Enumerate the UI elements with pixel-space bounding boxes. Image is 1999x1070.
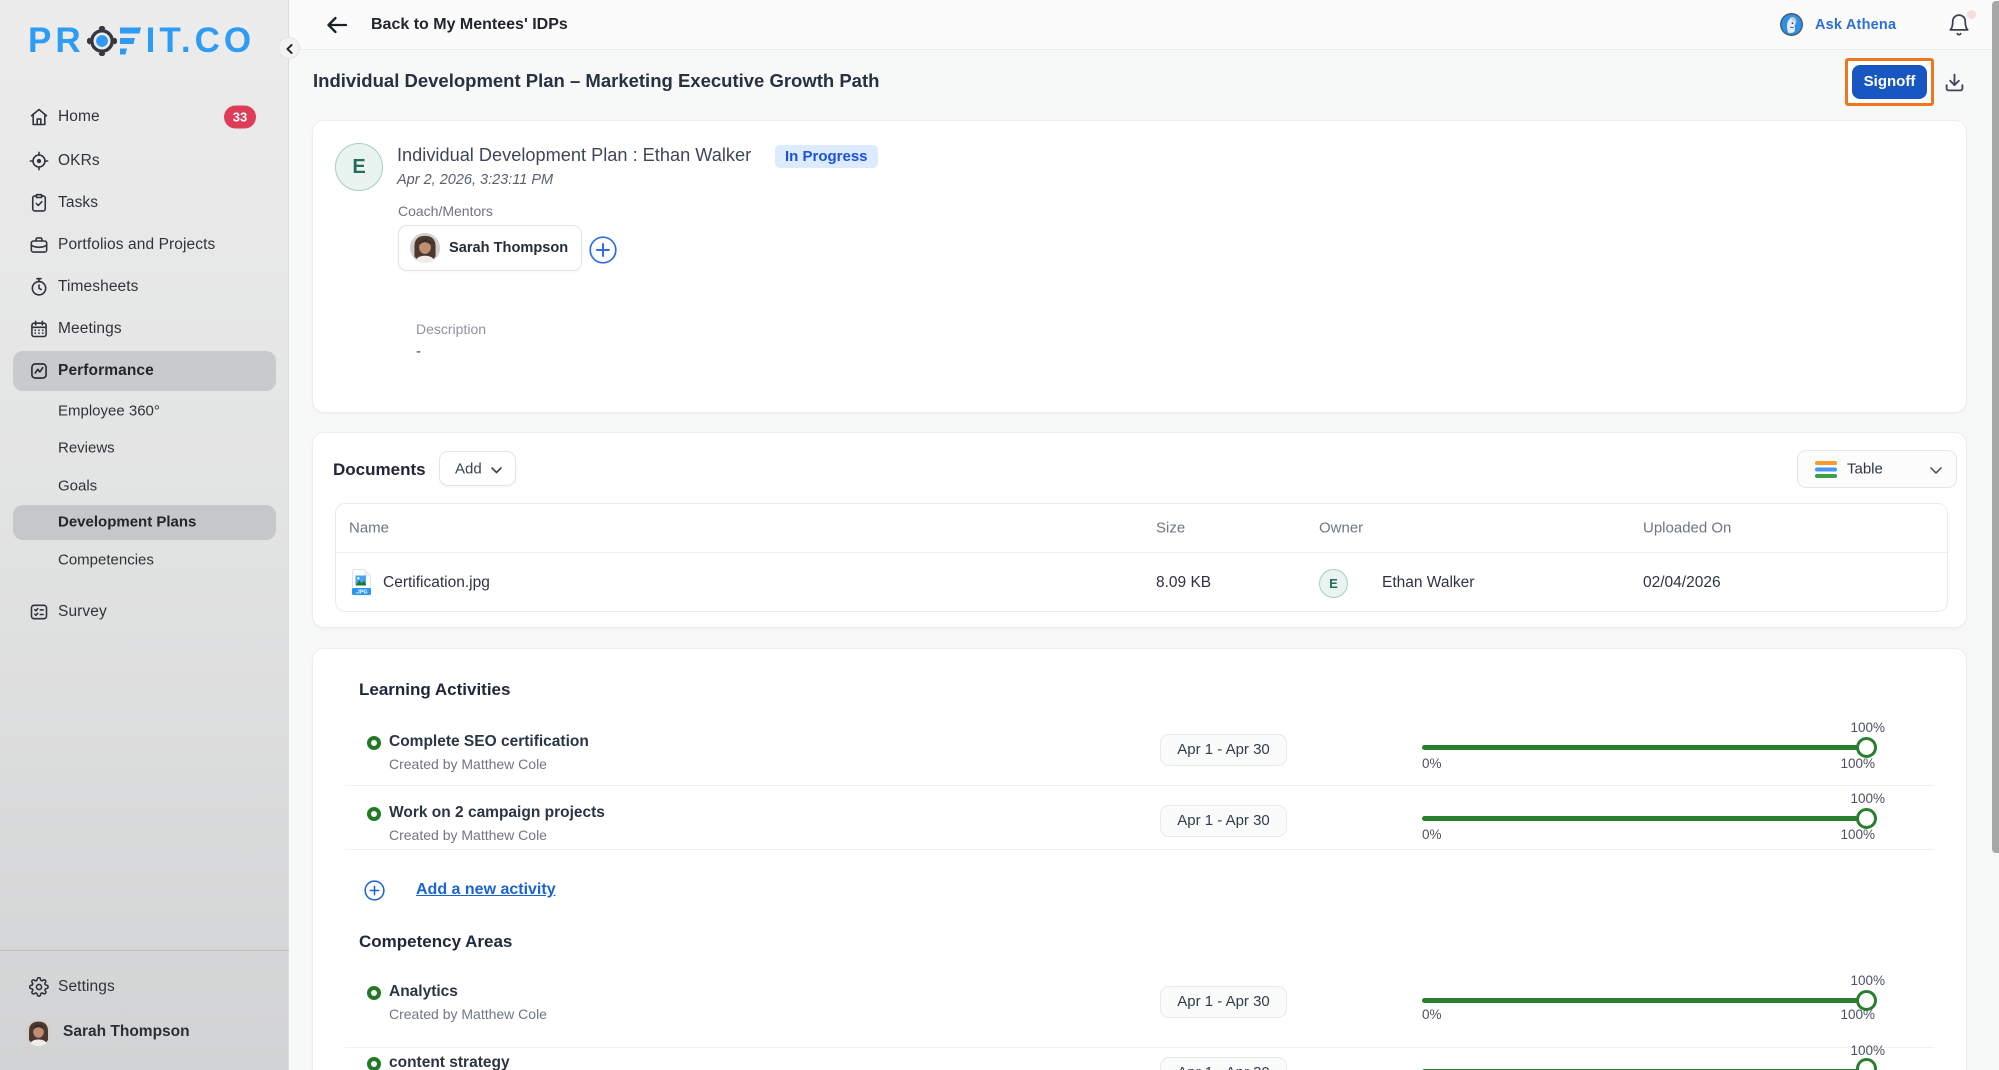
svg-text:.JPG: .JPG — [355, 589, 367, 595]
